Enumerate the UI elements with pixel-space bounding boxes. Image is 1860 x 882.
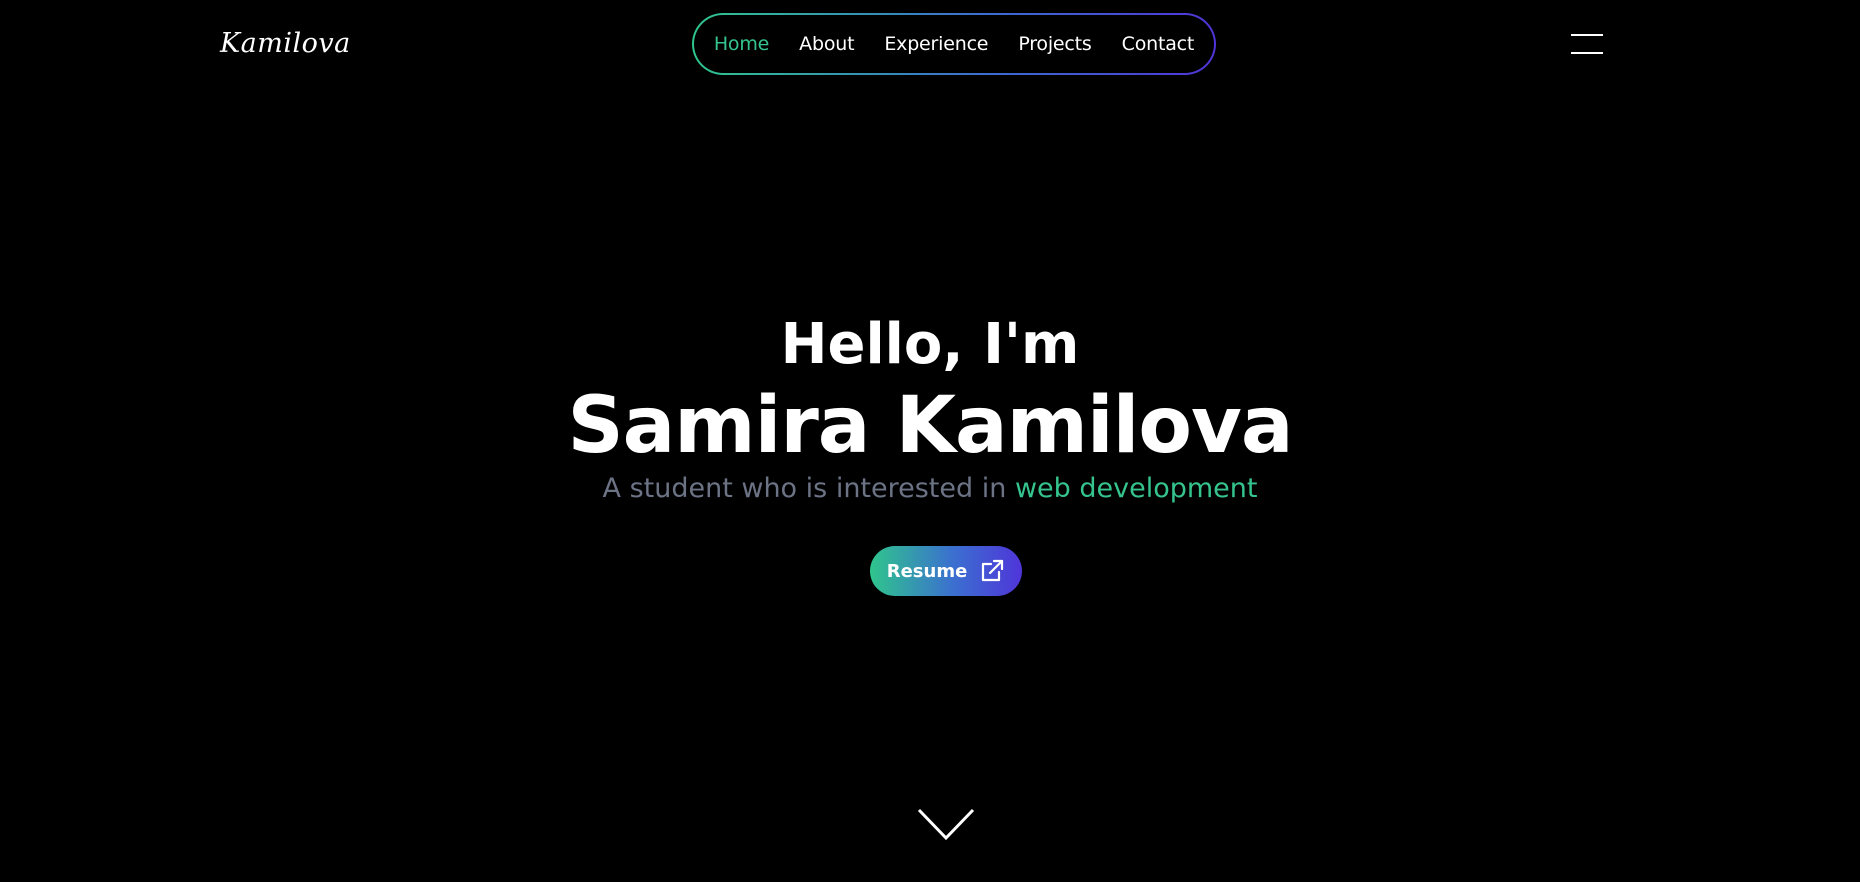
nav-bar: Home About Experience Projects Contact <box>692 13 1216 75</box>
page: Kamilova Home About Experience Projects … <box>0 0 1860 882</box>
hero-greeting: Hello, I'm <box>780 312 1080 377</box>
hero-name: Samira Kamilova <box>567 381 1294 471</box>
hero-tagline: A student who is interested in web devel… <box>0 472 1860 506</box>
nav-item-experience[interactable]: Experience <box>884 33 988 55</box>
chevron-down-icon[interactable] <box>916 806 976 842</box>
resume-button[interactable]: Resume <box>870 546 1022 596</box>
logo[interactable]: Kamilova <box>220 28 351 59</box>
nav-item-home[interactable]: Home <box>714 33 770 55</box>
nav-item-projects[interactable]: Projects <box>1018 33 1092 55</box>
hamburger-line-top <box>1571 34 1603 36</box>
hamburger-line-bottom <box>1571 52 1603 54</box>
resume-button-label: Resume <box>886 560 968 582</box>
nav-menu: Home About Experience Projects Contact <box>694 15 1214 73</box>
tagline-prefix: A student who is interested in <box>602 473 1015 504</box>
tagline-accent: web development <box>1014 473 1258 504</box>
nav-item-about[interactable]: About <box>799 33 854 55</box>
external-link-icon <box>982 559 1004 582</box>
hamburger-icon[interactable] <box>1571 32 1603 56</box>
nav-item-contact[interactable]: Contact <box>1122 33 1195 55</box>
hero-section: Hello, I'm Samira Kamilova A student who… <box>0 310 1860 506</box>
